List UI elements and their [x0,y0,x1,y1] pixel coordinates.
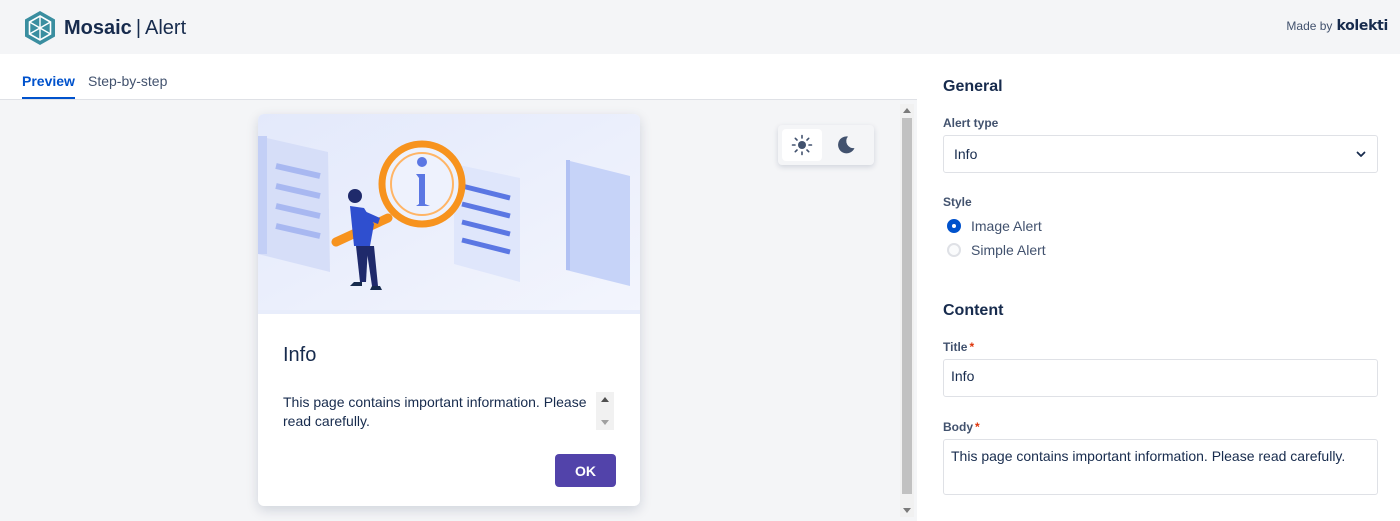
scroll-down-arrow-icon[interactable] [601,420,609,425]
settings-panel: General Alert type Info Style Image Aler… [917,54,1400,521]
radio-unselected-icon[interactable] [947,243,961,257]
top-bar: Mosaic | Alert Made by kolekti [0,0,1400,54]
tab-preview[interactable]: Preview [22,73,75,99]
scroll-down-arrow-icon[interactable] [903,508,911,513]
ok-button[interactable]: OK [555,454,616,487]
tab-step-by-step[interactable]: Step-by-step [88,73,167,97]
style-label: Style [943,195,972,209]
title-separator: | [135,17,142,39]
style-option-simple-alert[interactable]: Simple Alert [947,242,1046,258]
style-option-label: Simple Alert [971,242,1046,258]
kolekti-logo: kolekti [1336,18,1388,34]
tab-bar: Preview Step-by-step [0,54,917,100]
alert-type-label: Alert type [943,116,999,130]
body-label-text: Body [943,420,973,434]
theme-toggle [778,125,874,165]
scroll-up-arrow-icon[interactable] [903,108,911,113]
content-heading: Content [943,302,1004,319]
body-textarea[interactable]: This page contains important information… [943,439,1378,495]
radio-selected-icon[interactable] [947,219,961,233]
made-by-label: Made by [1286,19,1333,33]
alert-type-select[interactable]: Info [943,135,1378,173]
style-option-image-alert[interactable]: Image Alert [947,218,1042,234]
alert-type-value: Info [954,146,978,162]
alert-body-scrollbar[interactable] [596,392,614,430]
title-label-text: Title [943,340,968,354]
moon-icon [838,136,855,154]
scrollbar-thumb[interactable] [902,118,912,494]
title-label: Title * [943,340,974,354]
alert-card: Info This page contains important inform… [258,114,640,506]
brand-name: Mosaic [64,17,132,39]
app-title: Mosaic | Alert [64,16,186,40]
component-name: Alert [145,17,187,39]
alert-title: Info [283,344,317,366]
dark-theme-button[interactable] [826,129,866,161]
made-by[interactable]: Made by kolekti [1286,18,1388,34]
mosaic-logo-icon [25,11,55,45]
light-theme-button[interactable] [782,129,822,161]
preview-scrollbar[interactable] [900,104,914,517]
required-marker: * [969,340,975,354]
chevron-down-icon [1356,151,1366,157]
required-marker: * [975,420,980,434]
magnifying-glass-info-illustration-icon [258,114,640,314]
sun-icon [791,134,813,156]
alert-body: This page contains important information… [283,394,587,429]
title-input[interactable]: Info [943,359,1378,397]
general-heading: General [943,78,1003,95]
preview-pane: Preview Step-by-step Info This page cont… [0,54,917,521]
style-option-label: Image Alert [971,218,1042,234]
scroll-up-arrow-icon[interactable] [601,397,609,402]
body-label: Body * [943,420,980,434]
